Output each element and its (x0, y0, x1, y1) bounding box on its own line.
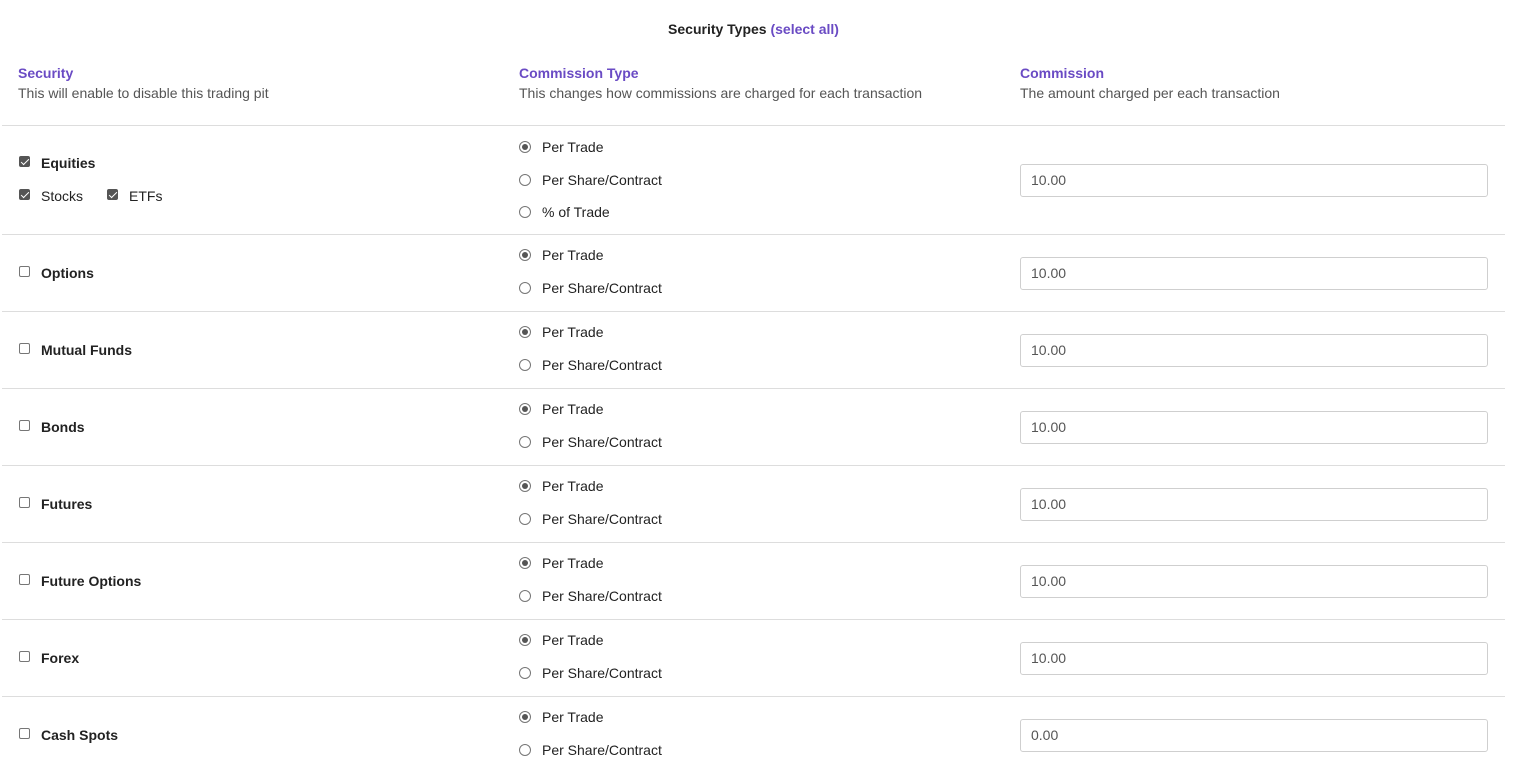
checkbox-mutual-funds[interactable] (19, 342, 30, 354)
security-label-future-options: Future Options (41, 572, 142, 589)
radio-forex-per-share-contract[interactable] (519, 666, 531, 679)
commission-type-column-title: Commission Type (519, 65, 639, 81)
security-types-title: Security Types (668, 21, 767, 37)
option-label-mutual-funds-per-trade: Per Trade (542, 324, 604, 340)
commission-column-desc: The amount charged per each transaction (1020, 85, 1280, 101)
radio-bonds-per-share-contract[interactable] (519, 435, 531, 448)
sub-label-stocks: Stocks (41, 188, 84, 204)
commission-type-column-desc: This changes how commissions are charged… (519, 85, 923, 101)
security-label-futures: Futures (41, 495, 93, 512)
row-divider (2, 465, 1505, 466)
option-label-equities-per-trade: Per Trade (542, 139, 604, 155)
checkbox-bonds[interactable] (19, 419, 30, 431)
radio-equities-per-share-contract[interactable] (519, 173, 531, 186)
security-label-forex: Forex (41, 649, 80, 666)
security-label-options: Options (41, 264, 94, 281)
security-column-header: Security This will enable to disable thi… (18, 65, 269, 103)
option-label-bonds-per-trade: Per Trade (542, 401, 604, 417)
option-label-futures-per-share-contract: Per Share/Contract (542, 510, 662, 527)
option-label-forex-per-trade: Per Trade (542, 632, 604, 648)
option-label-cash-spots-per-share-contract: Per Share/Contract (542, 741, 662, 758)
radio-futures-per-share-contract[interactable] (519, 512, 531, 525)
option-label-equities-per-share-contract: Per Share/Contract (542, 171, 662, 188)
security-label-equities: Equities (41, 155, 96, 171)
row-divider (2, 388, 1505, 389)
option-label-options-per-share-contract: Per Share/Contract (542, 279, 662, 296)
commission-input-cash-spots[interactable]: 0.00 (1020, 718, 1488, 752)
radio-futures-per-trade[interactable] (519, 480, 531, 492)
checkbox-etfs[interactable] (107, 189, 118, 200)
checkbox-stocks[interactable] (19, 189, 30, 200)
radio-future-options-per-trade[interactable] (519, 557, 531, 569)
security-label-mutual-funds: Mutual Funds (41, 341, 132, 358)
security-column-desc: This will enable to disable this trading… (18, 85, 269, 101)
commission-input-mutual-funds[interactable]: 10.00 (1020, 333, 1488, 367)
radio-mutual-funds-per-share-contract[interactable] (519, 358, 531, 371)
checkbox-future-options[interactable] (19, 573, 30, 585)
radio-forex-per-trade[interactable] (519, 634, 531, 646)
radio-equities-per-trade[interactable] (519, 141, 531, 153)
row-divider (2, 696, 1505, 697)
commission-input-options[interactable]: 10.00 (1020, 256, 1488, 290)
option-label-mutual-funds-per-share-contract: Per Share/Contract (542, 356, 662, 373)
radio-cash-spots-per-share-contract[interactable] (519, 743, 531, 756)
commission-input-forex[interactable]: 10.00 (1020, 641, 1488, 675)
commission-column-header: Commission The amount charged per each t… (1020, 65, 1280, 103)
option-label-cash-spots-per-trade: Per Trade (542, 709, 604, 725)
commission-input-equities[interactable]: 10.00 (1020, 164, 1488, 197)
checkbox-cash-spots[interactable] (19, 727, 30, 739)
option-label-options-per-trade: Per Trade (542, 247, 604, 263)
security-types-heading: Security Types (select all) (0, 21, 1507, 37)
option-label-futures-per-trade: Per Trade (542, 478, 604, 494)
option-label-equities-of-trade: % of Trade (542, 204, 610, 220)
security-label-bonds: Bonds (41, 418, 85, 435)
row-divider (2, 619, 1505, 620)
select-all-link[interactable]: (select all) (770, 21, 838, 37)
commission-input-futures[interactable]: 10.00 (1020, 487, 1488, 521)
commission-input-future-options[interactable]: 10.00 (1020, 564, 1488, 598)
row-divider (2, 311, 1505, 312)
option-label-future-options-per-share-contract: Per Share/Contract (542, 587, 662, 604)
checkbox-forex[interactable] (19, 650, 30, 662)
commission-type-column-header: Commission Type This changes how commiss… (519, 65, 922, 103)
checkbox-futures[interactable] (19, 496, 30, 508)
option-label-future-options-per-trade: Per Trade (542, 555, 604, 571)
sub-label-etfs: ETFs (129, 188, 163, 204)
radio-options-per-trade[interactable] (519, 249, 531, 261)
radio-bonds-per-trade[interactable] (519, 403, 531, 415)
option-label-forex-per-share-contract: Per Share/Contract (542, 664, 662, 681)
option-label-bonds-per-share-contract: Per Share/Contract (542, 433, 662, 450)
security-label-cash-spots: Cash Spots (41, 726, 119, 743)
row-divider (2, 542, 1505, 543)
checkbox-equities[interactable] (19, 156, 30, 167)
security-column-title: Security (18, 65, 74, 81)
radio-options-per-share-contract[interactable] (519, 281, 531, 294)
row-divider (2, 234, 1505, 235)
commission-column-title: Commission (1020, 65, 1105, 81)
header-divider (2, 125, 1505, 126)
radio-cash-spots-per-trade[interactable] (519, 711, 531, 723)
commission-input-bonds[interactable]: 10.00 (1020, 410, 1488, 444)
checkbox-options[interactable] (19, 265, 30, 277)
radio-mutual-funds-per-trade[interactable] (519, 326, 531, 338)
radio-future-options-per-share-contract[interactable] (519, 589, 531, 602)
radio-equities-of-trade[interactable] (519, 206, 531, 218)
